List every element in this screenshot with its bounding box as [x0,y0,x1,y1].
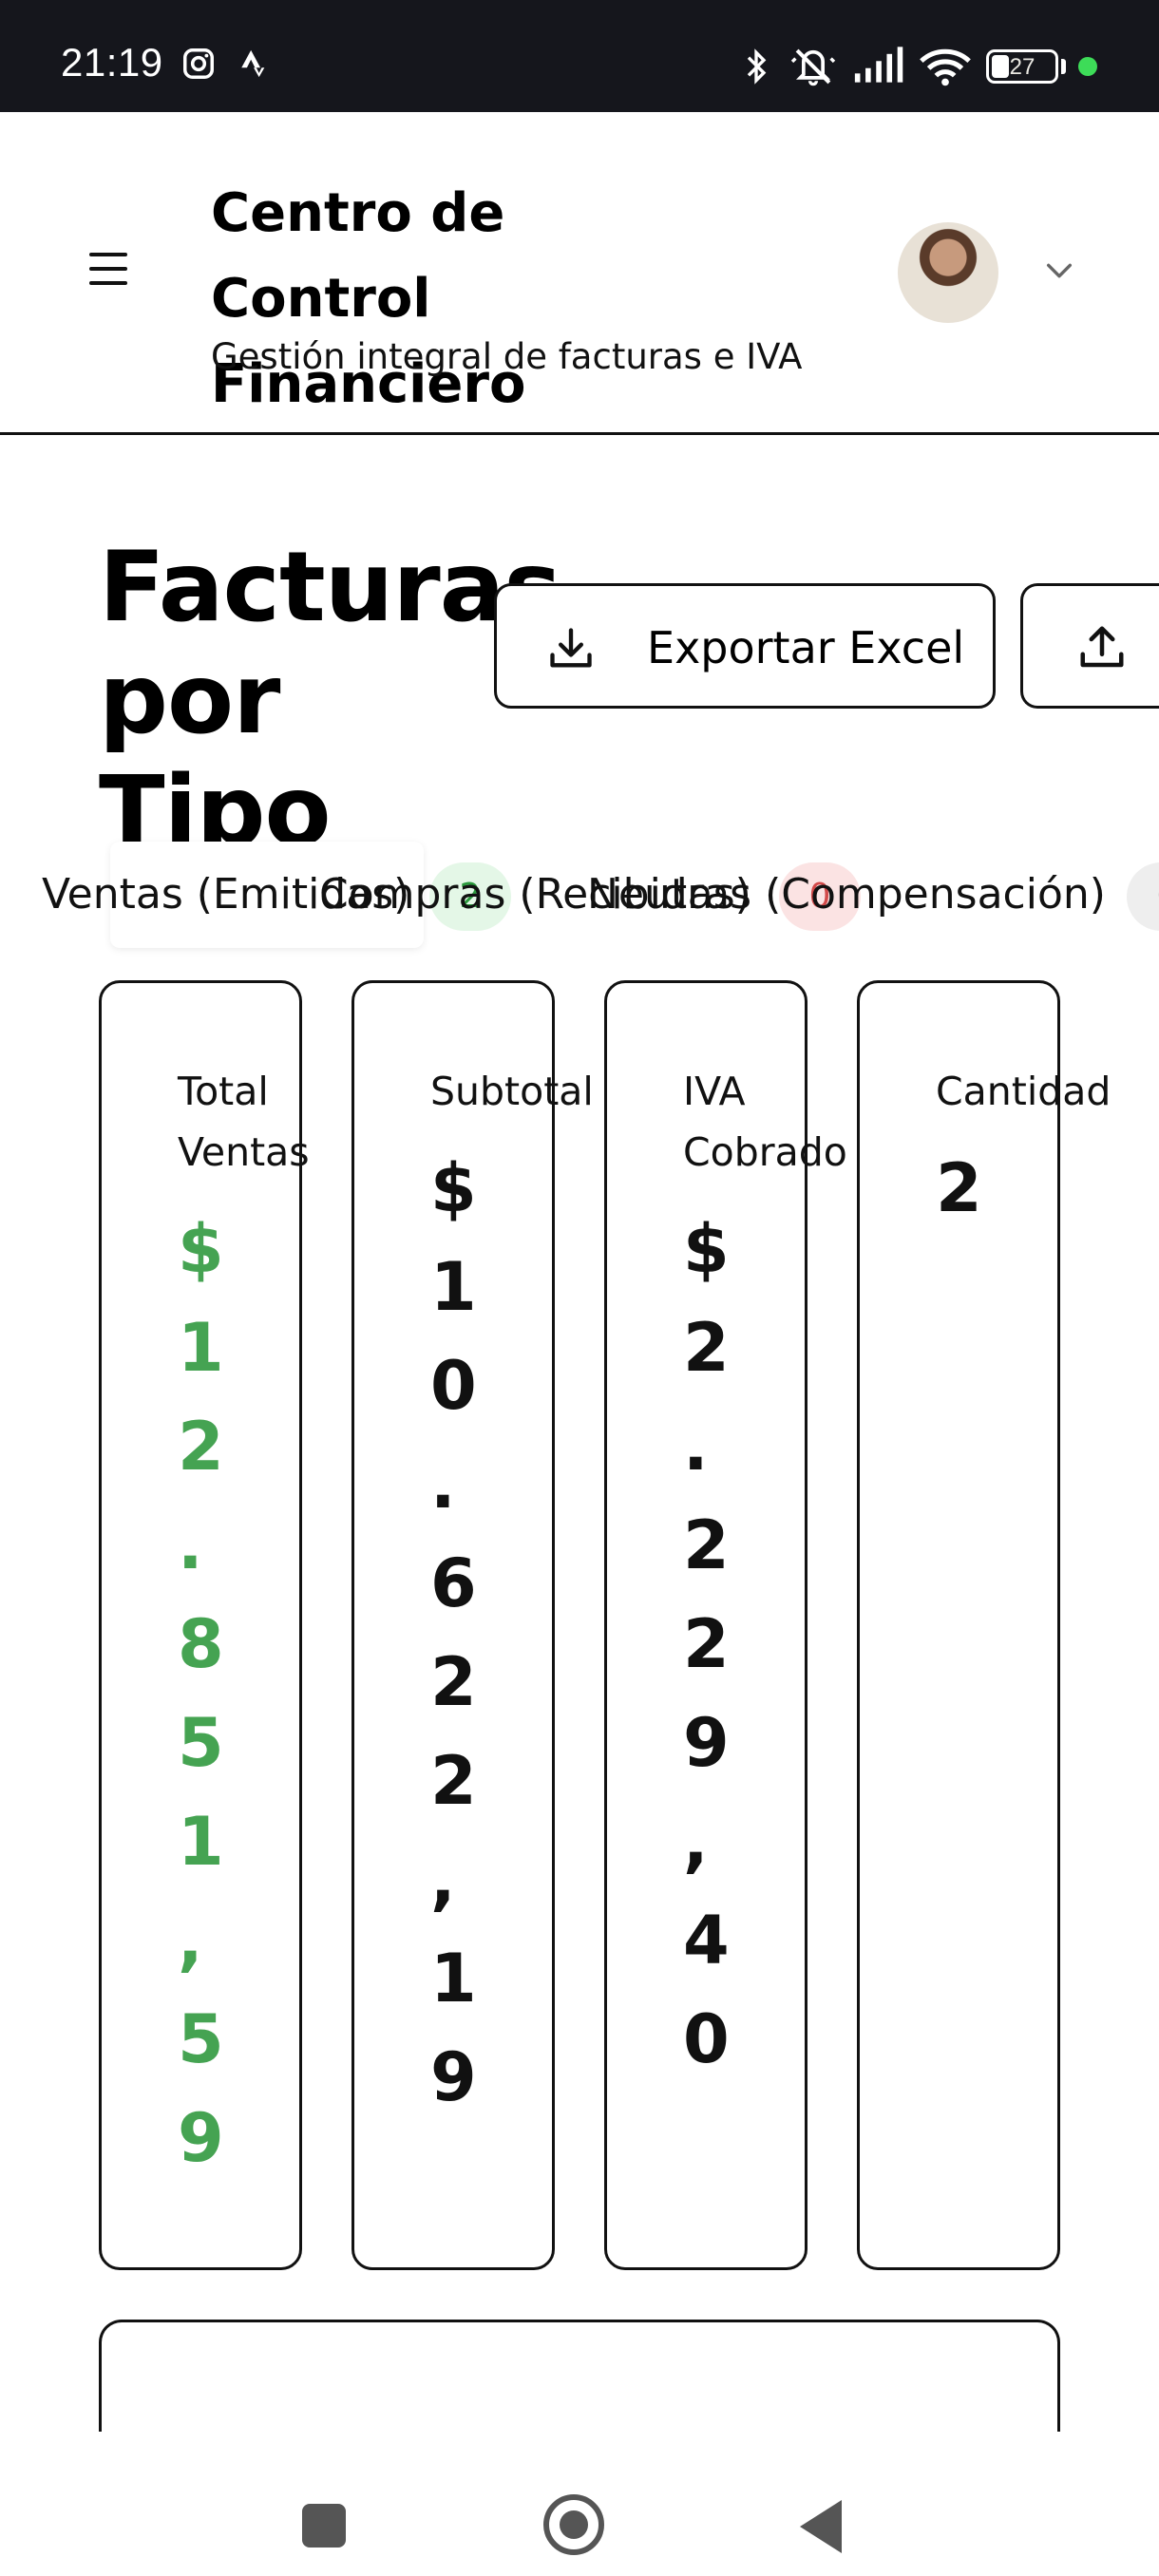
stat-value: $12.851,59 [178,1210,224,2177]
export-excel-label: Exportar Excel [647,622,965,673]
stat-label: Subtotal [430,1069,594,1114]
status-bar: 21:19 27 [0,0,1159,112]
app-subtitle: Gestión integral de facturas e IVA [211,336,803,377]
download-icon [550,628,592,668]
stat-value: 2 [936,1149,982,1227]
wifi-icon [920,48,971,86]
chevron-down-icon[interactable] [1043,255,1075,287]
menu-icon[interactable] [89,253,131,287]
mute-icon [790,48,836,86]
privacy-indicator-dot [1078,57,1097,76]
tab-neutras-badge: 0 [1127,862,1159,931]
tab-neutras[interactable]: Neutras (Compensación) [587,870,1106,919]
invoice-type-tabs: 2 0 0 Ventas (Emitidas) Compras (Recibid… [0,836,1159,959]
stat-value: $2.229,40 [683,1210,730,2078]
system-nav-bar [0,2432,1159,2576]
export-excel-button[interactable]: Exportar Excel [494,583,996,709]
upload-icon [1080,626,1124,668]
invoice-table-card [99,2320,1060,2434]
strava-icon [241,49,265,78]
stat-label: Cantidad [936,1069,1112,1114]
battery-level: 27 [1009,54,1036,80]
stat-label: Total Ventas [178,1069,310,1175]
stat-value: $10.622,19 [430,1149,477,2116]
signal-icon [854,47,903,83]
status-time: 21:19 [61,40,163,85]
recents-button[interactable] [302,2504,346,2548]
stat-card-cantidad: Cantidad 2 [857,980,1111,2270]
battery-nub [1061,59,1066,74]
stat-card-iva-cobrado: IVA Cobrado $2.229,40 [604,980,847,2270]
battery-icon: 27 [986,49,1058,84]
app-header: Centro de Control Financiero Gestión int… [0,112,1159,435]
back-button[interactable] [800,2500,842,2553]
instagram-icon [183,48,214,79]
stat-card-total-ventas: Total Ventas $12.851,59 [99,980,310,2270]
stat-card-subtotal: Subtotal $10.622,19 [352,980,594,2270]
stat-label: IVA Cobrado [683,1069,847,1175]
bluetooth-icon [747,48,767,85]
upload-button[interactable] [1020,583,1159,709]
user-avatar[interactable] [898,222,998,323]
app-title: Centro de Control Financiero [211,182,526,415]
home-button[interactable] [543,2494,604,2555]
page-title: Facturas por Tipo [99,531,561,868]
